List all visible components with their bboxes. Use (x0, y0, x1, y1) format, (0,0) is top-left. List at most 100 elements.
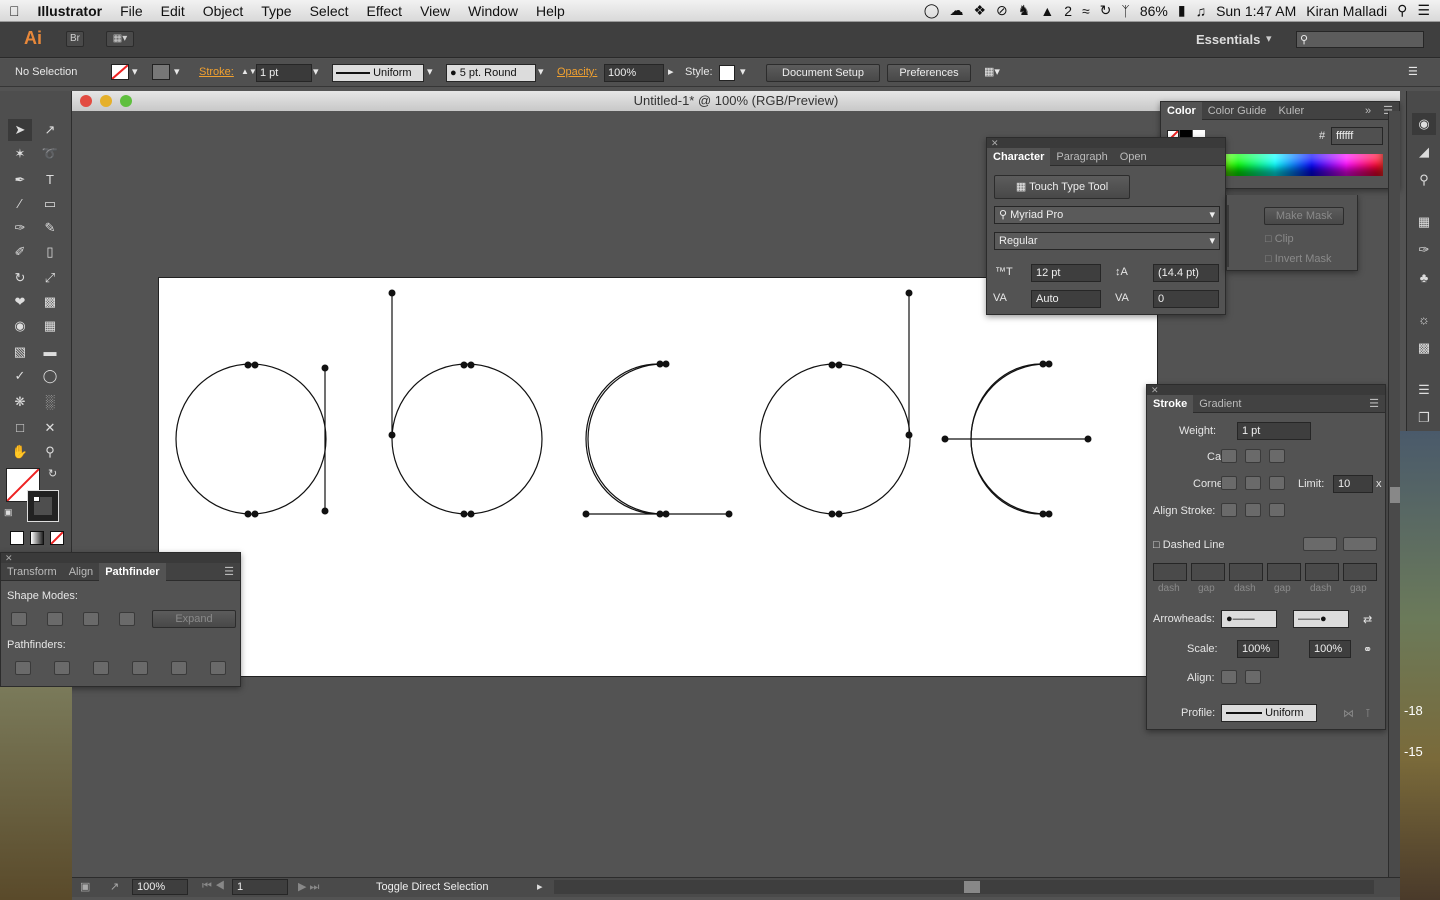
panel-menu-icon[interactable]: ☰ (218, 563, 240, 581)
align-inside-icon[interactable] (1245, 503, 1261, 517)
close-panel-icon[interactable]: ✕ (1, 553, 240, 563)
perspective-grid-tool-icon[interactable]: ▦ (38, 315, 62, 337)
menu-file[interactable]: File (111, 0, 152, 22)
vertical-scrollbar[interactable] (1388, 111, 1400, 877)
dash-align-icon[interactable] (1343, 537, 1377, 551)
kerning-field[interactable]: Auto (1031, 290, 1101, 308)
start-scale-field[interactable]: 100% (1237, 640, 1279, 658)
brush-dropdown[interactable]: ▾ (538, 64, 544, 82)
apple-icon[interactable]:  (0, 0, 29, 22)
stroke-weight-dropdown[interactable]: ▾ (313, 64, 319, 82)
selection-tool-icon[interactable]: ➤ (8, 119, 32, 141)
artwork-abcde[interactable] (158, 277, 1158, 677)
slice-tool-icon[interactable]: ✕ (38, 417, 62, 439)
tab-kuler[interactable]: Kuler (1272, 102, 1310, 120)
vertical-scroll-thumb[interactable] (1390, 487, 1400, 503)
butt-cap-icon[interactable] (1221, 449, 1237, 463)
line-tool-icon[interactable]: ∕ (8, 193, 32, 215)
document-setup-button[interactable]: Document Setup (766, 64, 880, 82)
projecting-cap-icon[interactable] (1269, 449, 1285, 463)
invert-mask-checkbox[interactable]: □ Invert Mask (1265, 253, 1332, 265)
fill-dropdown-icon[interactable]: ▾ (132, 64, 138, 82)
artboards-icon[interactable]: ❐ (1412, 407, 1436, 429)
tab-color[interactable]: Color (1161, 101, 1202, 120)
dash-field-3[interactable] (1305, 563, 1339, 581)
exclude-icon[interactable] (119, 612, 135, 626)
stroke-swatch[interactable] (152, 64, 170, 80)
stroke-stepper[interactable]: ▲▼ (241, 64, 257, 82)
limit-field[interactable]: 10 (1333, 475, 1373, 493)
hand-tool-icon[interactable]: ✋ (8, 441, 32, 463)
intersect-icon[interactable] (83, 612, 99, 626)
sync-icon[interactable]: ⊘ (996, 2, 1008, 19)
rectangle-tool-icon[interactable]: ▭ (38, 193, 62, 215)
font-style-dropdown[interactable]: Regular ▾ (994, 232, 1220, 250)
trim-icon[interactable] (54, 661, 70, 675)
opacity-arrow-icon[interactable]: ▸ (668, 64, 674, 82)
graphic-style-swatch[interactable] (719, 65, 735, 81)
tab-transform[interactable]: Transform (1, 563, 63, 581)
tab-gradient[interactable]: Gradient (1193, 395, 1247, 413)
adobe-icon[interactable]: ▲ (1040, 3, 1054, 19)
font-family-dropdown[interactable]: ⚲ Myriad Pro ▾ (994, 206, 1220, 224)
minimize-window-button[interactable] (100, 95, 112, 107)
share-icon[interactable]: ↗ (110, 880, 119, 893)
tab-align[interactable]: Align (63, 563, 99, 581)
symbol-sprayer-tool-icon[interactable]: ❋ (8, 391, 32, 413)
opacity-field[interactable]: 100% (604, 64, 664, 82)
style-dropdown[interactable]: ▾ (740, 64, 746, 82)
magic-wand-tool-icon[interactable]: ✶ (8, 143, 32, 165)
eraser-tool-icon[interactable]: ▯ (38, 241, 62, 263)
color-mode-icon[interactable] (10, 531, 24, 545)
appearance-icon[interactable]: ☼ (1412, 309, 1436, 331)
battery-icon[interactable]: ▮ (1178, 2, 1186, 19)
blob-brush-tool-icon[interactable]: ✐ (8, 241, 32, 263)
gradient-mode-icon[interactable] (30, 531, 44, 545)
tab-pathfinder[interactable]: Pathfinder (99, 562, 166, 581)
shield-icon[interactable]: ◯ (924, 2, 940, 19)
arrow-place-icon[interactable] (1245, 670, 1261, 684)
menu-help[interactable]: Help (527, 0, 574, 22)
stroke-dropdown-icon[interactable]: ▾ (174, 64, 180, 82)
creative-cloud-icon[interactable]: ☁ (949, 2, 963, 19)
search-help-input[interactable]: ⚲ (1296, 31, 1424, 48)
bevel-join-icon[interactable] (1269, 476, 1285, 490)
scale-tool-icon[interactable]: ⤢ (38, 267, 62, 289)
eyedropper-tool-icon[interactable]: ✓ (8, 365, 32, 387)
zoom-field[interactable]: 100% (132, 879, 188, 895)
link-scale-icon[interactable]: ⚭ (1363, 643, 1372, 656)
close-window-button[interactable] (80, 95, 92, 107)
type-tool-icon[interactable]: T (38, 169, 62, 191)
round-cap-icon[interactable] (1245, 449, 1261, 463)
preferences-button[interactable]: Preferences (887, 64, 971, 82)
blend-tool-icon[interactable]: ◯ (38, 365, 62, 387)
end-scale-field[interactable]: 100% (1309, 640, 1351, 658)
status-info-icon[interactable]: ▣ (80, 880, 90, 893)
paintbrush-tool-icon[interactable]: ✑ (8, 217, 32, 239)
divide-icon[interactable] (15, 661, 31, 675)
zoom-window-button[interactable] (120, 95, 132, 107)
tracking-field[interactable]: 0 (1153, 290, 1219, 308)
bluetooth-icon[interactable]: ᛉ (1121, 3, 1129, 19)
menu-select[interactable]: Select (301, 0, 358, 22)
panel-menu-icon[interactable]: ☰ (1408, 64, 1418, 82)
free-transform-tool-icon[interactable]: ▩ (38, 291, 62, 313)
tab-paragraph[interactable]: Paragraph (1050, 148, 1113, 166)
dash-preserve-icon[interactable] (1303, 537, 1337, 551)
first-artboard-icon[interactable]: ⏮ ◀ (202, 880, 225, 893)
stroke-weight-field[interactable]: 1 pt (256, 64, 312, 82)
align-outside-icon[interactable] (1269, 503, 1285, 517)
swatches-icon[interactable]: ▦ (1412, 211, 1436, 233)
crop-icon[interactable] (132, 661, 148, 675)
leading-field[interactable]: (14.4 pt) (1153, 264, 1219, 282)
merge-icon[interactable] (93, 661, 109, 675)
variable-width-profile[interactable]: Uniform (332, 64, 424, 82)
pen-tool-icon[interactable]: ✒ (8, 169, 32, 191)
status-menu-icon[interactable]: ▸ (537, 880, 543, 893)
notification-center-icon[interactable]: ☰ (1417, 2, 1430, 19)
volume-icon[interactable]: ♫ (1196, 3, 1207, 19)
zoom-tool-icon[interactable]: ⚲ (38, 441, 62, 463)
miter-join-icon[interactable] (1221, 476, 1237, 490)
close-panel-icon[interactable]: ✕ (1147, 385, 1385, 395)
evernote-icon[interactable]: ♞ (1018, 2, 1031, 19)
